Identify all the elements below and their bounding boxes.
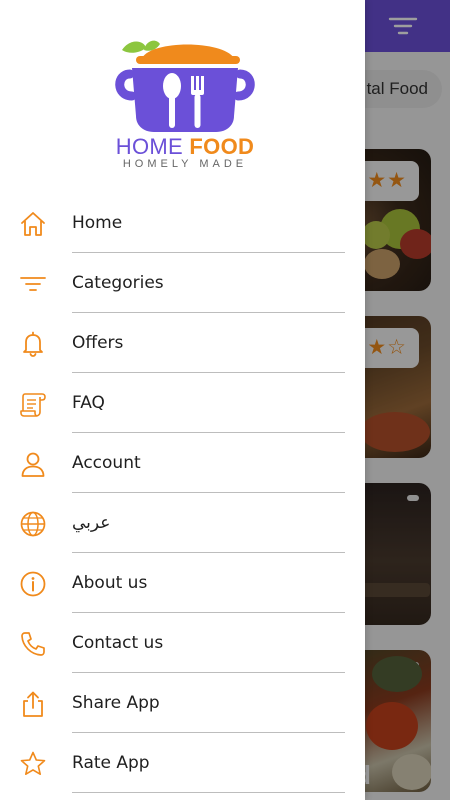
menu-label: Categories: [72, 273, 164, 293]
menu-item-categories[interactable]: Categories: [0, 253, 365, 313]
share-icon: [19, 690, 47, 718]
menu-label: Rate App: [72, 753, 150, 773]
menu-item-account[interactable]: Account: [0, 433, 365, 493]
menu-item-contact-us[interactable]: Contact us: [0, 613, 365, 673]
app-logo: HOME FOOD HOMELY MADE: [100, 36, 270, 176]
filter-lines-icon: [19, 270, 47, 298]
brand-food: FOOD: [189, 134, 255, 159]
pot-logo-icon: [115, 40, 255, 132]
brand-tagline: HOMELY MADE: [122, 158, 248, 170]
brand-name: HOME FOOD: [100, 134, 270, 160]
divider: [72, 792, 345, 793]
brand-home: HOME: [115, 134, 190, 159]
menu-item-faq[interactable]: FAQ: [0, 373, 365, 433]
menu-label: عربي: [72, 513, 111, 533]
star-icon: [19, 750, 47, 778]
menu-item-offers[interactable]: Offers: [0, 313, 365, 373]
navigation-drawer: HOME FOOD HOMELY MADE Home Categories Of…: [0, 0, 365, 800]
user-icon: [19, 450, 47, 478]
bell-icon: [19, 330, 47, 358]
drawer-menu: Home Categories Offers FAQ Account عربي …: [0, 193, 365, 793]
menu-label: FAQ: [72, 393, 105, 413]
menu-item-share-app[interactable]: Share App: [0, 673, 365, 733]
home-icon: [19, 210, 47, 238]
menu-label: Account: [72, 453, 141, 473]
info-icon: [19, 570, 47, 598]
scroll-icon: [19, 390, 47, 418]
menu-item-about-us[interactable]: About us: [0, 553, 365, 613]
menu-label: About us: [72, 573, 148, 593]
menu-item-language[interactable]: عربي: [0, 493, 365, 553]
menu-label: Offers: [72, 333, 124, 353]
menu-label: Contact us: [72, 633, 164, 653]
menu-label: Share App: [72, 693, 160, 713]
menu-item-home[interactable]: Home: [0, 193, 365, 253]
menu-item-rate-app[interactable]: Rate App: [0, 733, 365, 793]
phone-icon: [19, 630, 47, 658]
globe-icon: [19, 510, 47, 538]
menu-label: Home: [72, 213, 123, 233]
